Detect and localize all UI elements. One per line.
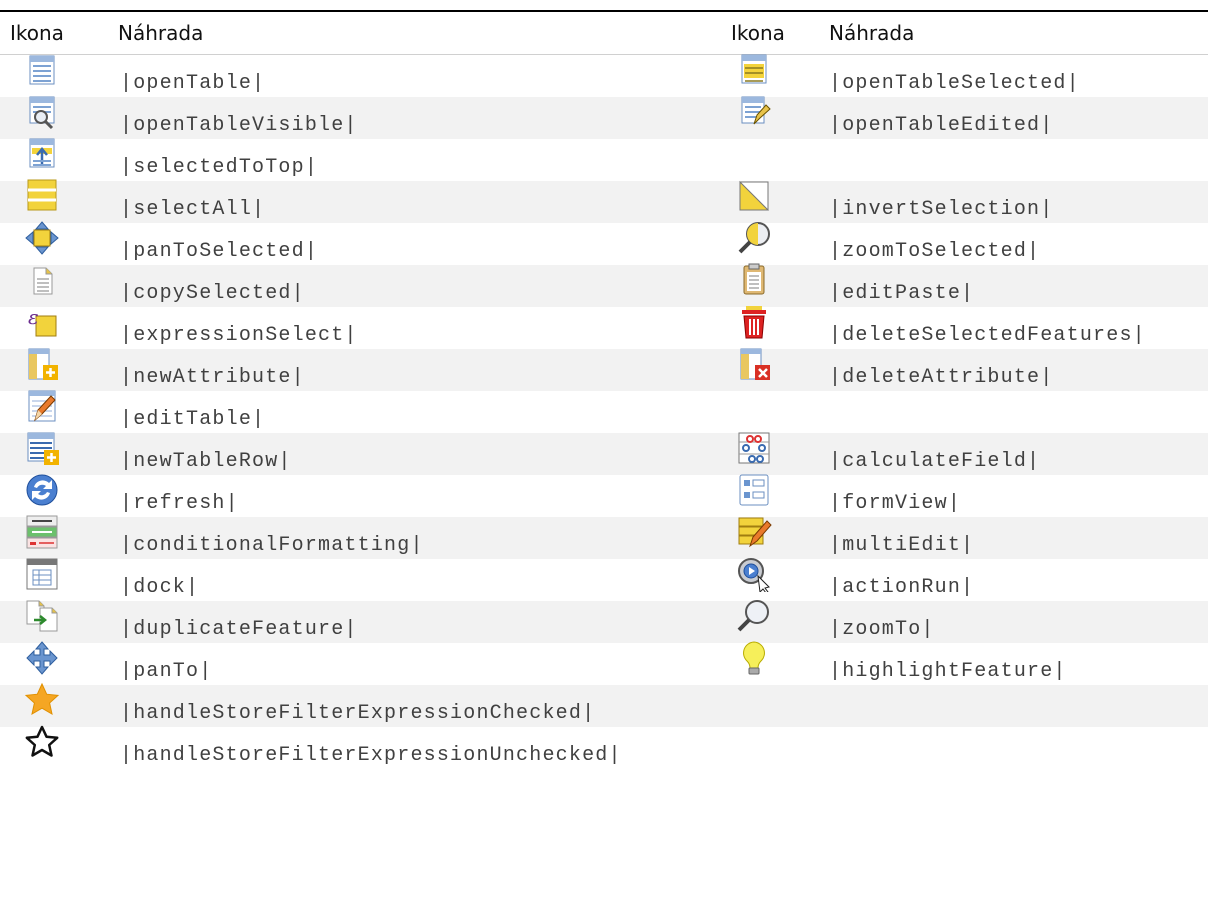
zoom-to-icon: [736, 598, 772, 634]
invert-selection-icon: [736, 178, 772, 214]
substitution-text: |handleStoreFilterExpressionUnchecked|: [120, 744, 622, 767]
substitution-text: |panToSelected|: [120, 240, 319, 263]
delete-selected-features-icon: [736, 304, 772, 340]
pan-to-selected-icon: [24, 220, 60, 256]
select-all-icon: [24, 178, 60, 214]
table-row: |duplicateFeature| |zoomTo|: [0, 598, 1208, 643]
duplicate-feature-icon: [24, 598, 60, 634]
action-run-icon: [736, 556, 772, 592]
header-substitution-col-2: Náhrada: [829, 21, 915, 45]
header-icon-col-1: Ikona: [10, 21, 64, 45]
substitution-text: |handleStoreFilterExpressionChecked|: [120, 702, 596, 725]
highlight-feature-icon: [736, 640, 772, 676]
substitution-text: |formView|: [829, 492, 962, 515]
substitution-text: |panTo|: [120, 660, 213, 683]
substitution-text: |duplicateFeature|: [120, 618, 358, 641]
substitution-text: |selectAll|: [120, 198, 266, 221]
substitution-text: |newAttribute|: [120, 366, 305, 389]
table-row: |editTable|: [0, 388, 1208, 433]
substitution-text: |actionRun|: [829, 576, 975, 599]
substitution-text: |deleteSelectedFeatures|: [829, 324, 1146, 347]
substitution-text: |openTableSelected|: [829, 72, 1080, 95]
table-row: |handleStoreFilterExpressionUnchecked|: [0, 724, 1208, 769]
selected-to-top-icon: [24, 136, 60, 172]
new-table-row-icon: [24, 430, 60, 466]
table-row: |conditionalFormatting| |multiEdit|: [0, 514, 1208, 559]
open-table-edited-icon: [736, 94, 772, 130]
header-substitution-col-1: Náhrada: [118, 21, 204, 45]
substitution-text: |invertSelection|: [829, 198, 1054, 221]
table-row: |dock| |actionRun|: [0, 556, 1208, 601]
table-header: Ikona Náhrada Ikona Náhrada: [0, 12, 1208, 55]
table-row: |handleStoreFilterExpressionChecked|: [0, 682, 1208, 727]
table-row: |panTo| |highlightFeature|: [0, 640, 1208, 685]
open-table-selected-icon: [736, 52, 772, 88]
substitution-text: |calculateField|: [829, 450, 1041, 473]
svg-text:ε: ε: [28, 305, 39, 329]
table-row: |refresh| |formView|: [0, 472, 1208, 517]
substitution-text: |zoomToSelected|: [829, 240, 1041, 263]
substitution-text: |openTableEdited|: [829, 114, 1054, 137]
dock-icon: [24, 556, 60, 592]
new-attribute-icon: [24, 346, 60, 382]
substitution-text: |zoomTo|: [829, 618, 935, 641]
substitution-text: |multiEdit|: [829, 534, 975, 557]
substitution-text: |openTableVisible|: [120, 114, 358, 137]
table-row: |selectedToTop|: [0, 136, 1208, 181]
table-row: |selectAll| |invertSelection|: [0, 178, 1208, 223]
copy-selected-icon: [24, 262, 60, 298]
delete-attribute-icon: [736, 346, 772, 382]
substitution-text: |highlightFeature|: [829, 660, 1067, 683]
substitution-text: |editPaste|: [829, 282, 975, 305]
edit-paste-icon: [736, 262, 772, 298]
substitution-text: |newTableRow|: [120, 450, 292, 473]
table-row: |openTableVisible| |openTableEdited|: [0, 94, 1208, 139]
refresh-icon: [24, 472, 60, 508]
substitution-text: |expressionSelect|: [120, 324, 358, 347]
open-table-icon: [24, 52, 60, 88]
table-row: |panToSelected| |zoomToSelected|: [0, 220, 1208, 265]
table-row: ε |expressionSelect| |deleteSelectedFeatur…: [0, 304, 1208, 349]
calculate-field-icon: [736, 430, 772, 466]
header-icon-col-2: Ikona: [731, 21, 785, 45]
substitution-text: |deleteAttribute|: [829, 366, 1054, 389]
star-outline-icon: [24, 724, 60, 760]
substitution-text: |openTable|: [120, 72, 266, 95]
expression-select-icon: ε: [24, 304, 60, 340]
table-row: |copySelected| |editPaste|: [0, 262, 1208, 307]
substitution-text: |copySelected|: [120, 282, 305, 305]
substitution-text: |refresh|: [120, 492, 239, 515]
substitution-text: |conditionalFormatting|: [120, 534, 424, 557]
star-filled-icon: [24, 682, 60, 718]
substitution-text: |editTable|: [120, 408, 266, 431]
table-row: |newTableRow| |calculateField|: [0, 430, 1208, 475]
pan-to-icon: [24, 640, 60, 676]
open-table-visible-icon: [24, 94, 60, 130]
table-row: |newAttribute| |deleteAttribute|: [0, 346, 1208, 391]
edit-table-icon: [24, 388, 60, 424]
zoom-to-selected-icon: [736, 220, 772, 256]
substitution-text: |selectedToTop|: [120, 156, 319, 179]
substitution-text: |dock|: [120, 576, 200, 599]
multi-edit-icon: [736, 514, 772, 550]
table-row: |openTable| |openTableSelected|: [0, 52, 1208, 97]
form-view-icon: [736, 472, 772, 508]
conditional-formatting-icon: [24, 514, 60, 550]
